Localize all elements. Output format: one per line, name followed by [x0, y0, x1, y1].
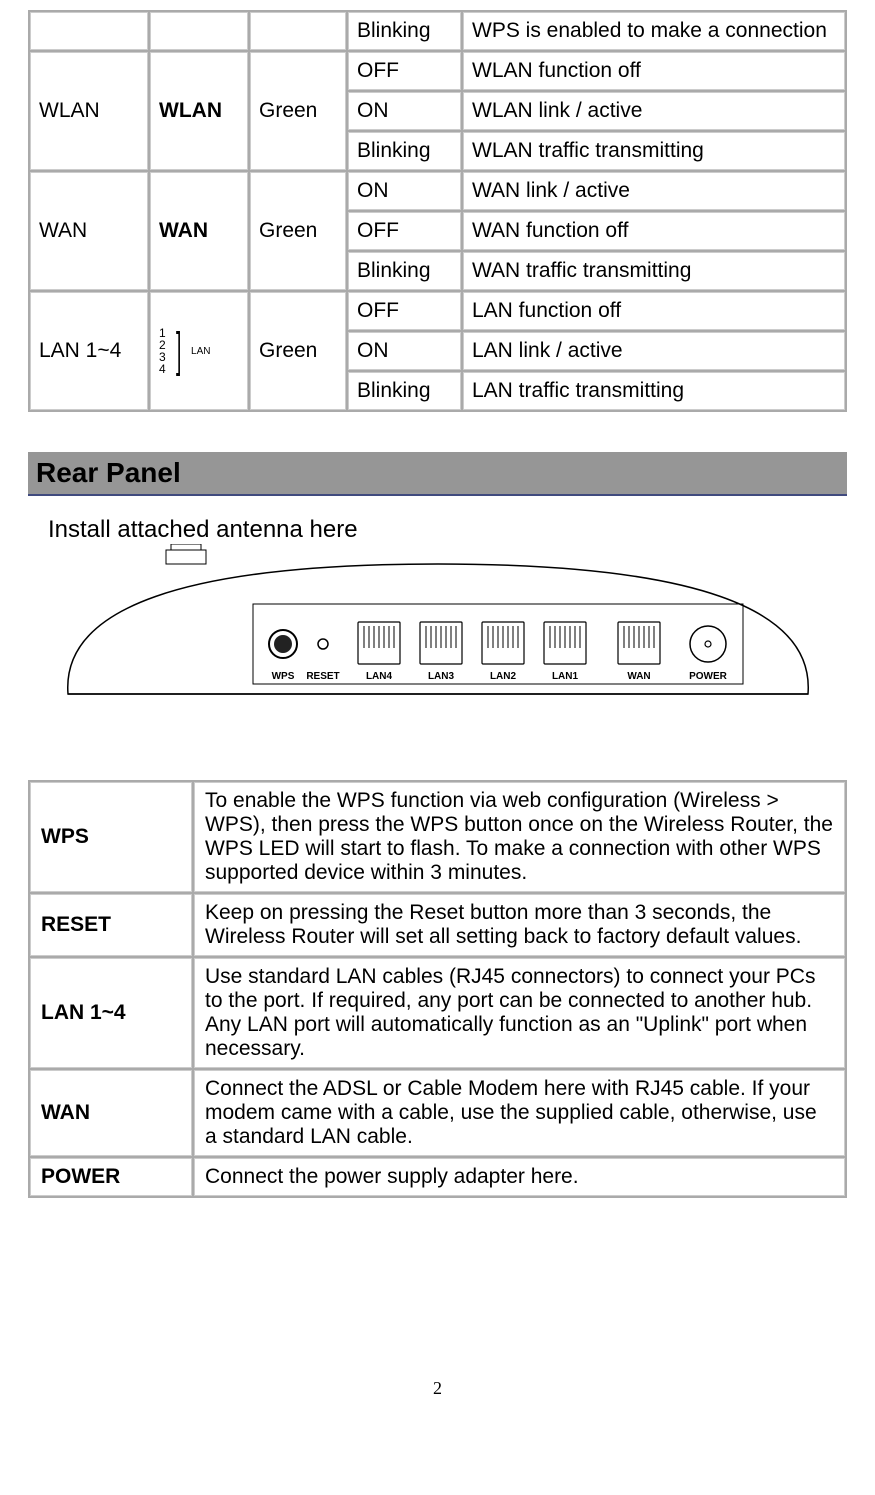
led-label-cell: WLAN — [150, 52, 248, 170]
port-label-reset: RESET — [306, 671, 339, 682]
table-row: RESET Keep on pressing the Reset button … — [30, 894, 845, 956]
led-state-cell: ON — [348, 332, 461, 370]
led-name-cell: WLAN — [30, 52, 148, 170]
led-name-cell: LAN 1~4 — [30, 292, 148, 410]
led-desc-cell: WLAN link / active — [463, 92, 845, 130]
port-label-lan2: LAN2 — [489, 671, 516, 682]
led-state-cell: OFF — [348, 292, 461, 330]
led-desc-cell: WAN link / active — [463, 172, 845, 210]
led-desc-cell: WAN function off — [463, 212, 845, 250]
led-label-cell — [150, 12, 248, 50]
led-desc-cell: WPS is enabled to make a connection — [463, 12, 845, 50]
led-desc-cell: WLAN traffic transmitting — [463, 132, 845, 170]
led-desc-cell: WLAN function off — [463, 52, 845, 90]
rear-label-cell: WPS — [30, 782, 192, 892]
rear-desc-cell: Connect the ADSL or Cable Modem here wit… — [194, 1070, 845, 1156]
port-label-wps: WPS — [271, 671, 294, 682]
led-color-cell: Green — [250, 172, 346, 290]
led-desc-cell: LAN traffic transmitting — [463, 372, 845, 410]
rear-desc-cell: Connect the power supply adapter here. — [194, 1158, 845, 1196]
rear-label-cell: RESET — [30, 894, 192, 956]
page-number: 2 — [28, 1378, 847, 1399]
led-state-cell: ON — [348, 172, 461, 210]
led-label-cell: WAN — [150, 172, 248, 290]
rear-panel-illustration: WPS RESET LAN4 LAN3 LAN2 LAN1 WAN POWER — [48, 544, 828, 744]
led-state-cell: Blinking — [348, 372, 461, 410]
led-color-cell: Green — [250, 52, 346, 170]
led-label-cell: 1234 ] LAN — [150, 292, 248, 410]
led-state-cell: ON — [348, 92, 461, 130]
led-state-cell: Blinking — [348, 252, 461, 290]
table-row: WLAN WLAN Green OFF WLAN function off — [30, 52, 845, 90]
table-row: WAN WAN Green ON WAN link / active — [30, 172, 845, 210]
rear-label-cell: WAN — [30, 1070, 192, 1156]
table-row: Blinking WPS is enabled to make a connec… — [30, 12, 845, 50]
led-desc-cell: LAN function off — [463, 292, 845, 330]
table-row: WPS To enable the WPS function via web c… — [30, 782, 845, 892]
led-color-cell — [250, 12, 346, 50]
table-row: POWER Connect the power supply adapter h… — [30, 1158, 845, 1196]
rear-label-cell: LAN 1~4 — [30, 958, 192, 1068]
port-label-power: POWER — [689, 671, 728, 682]
rear-label-cell: POWER — [30, 1158, 192, 1196]
port-label-lan1: LAN1 — [551, 671, 578, 682]
rear-desc-cell: To enable the WPS function via web confi… — [194, 782, 845, 892]
port-label-lan3: LAN3 — [427, 671, 454, 682]
port-label-lan4: LAN4 — [365, 671, 392, 682]
port-label-wan: WAN — [627, 671, 650, 682]
rear-panel-table: WPS To enable the WPS function via web c… — [28, 780, 847, 1198]
section-heading-rear-panel: Rear Panel — [28, 452, 847, 496]
led-status-table: Blinking WPS is enabled to make a connec… — [28, 10, 847, 412]
table-row: LAN 1~4 1234 ] LAN Green OFF LAN functio… — [30, 292, 845, 330]
antenna-caption: Install attached antenna here — [48, 516, 847, 544]
led-desc-cell: WAN traffic transmitting — [463, 252, 845, 290]
led-desc-cell: LAN link / active — [463, 332, 845, 370]
led-state-cell: Blinking — [348, 12, 461, 50]
led-state-cell: Blinking — [348, 132, 461, 170]
lan-label-icon: 1234 ] LAN — [159, 327, 239, 375]
rear-desc-cell: Use standard LAN cables (RJ45 connectors… — [194, 958, 845, 1068]
rear-desc-cell: Keep on pressing the Reset button more t… — [194, 894, 845, 956]
led-name-cell: WAN — [30, 172, 148, 290]
led-name-cell — [30, 12, 148, 50]
led-color-cell: Green — [250, 292, 346, 410]
table-row: LAN 1~4 Use standard LAN cables (RJ45 co… — [30, 958, 845, 1068]
led-state-cell: OFF — [348, 52, 461, 90]
led-state-cell: OFF — [348, 212, 461, 250]
table-row: WAN Connect the ADSL or Cable Modem here… — [30, 1070, 845, 1156]
rear-panel-figure: Install attached antenna here — [28, 516, 847, 750]
